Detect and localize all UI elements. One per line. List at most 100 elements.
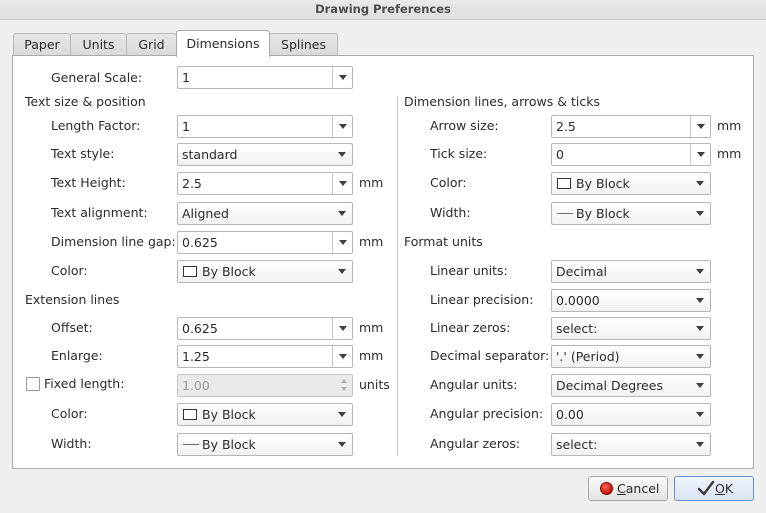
ext-width-label: Width: xyxy=(51,436,92,451)
ext-color-label: Color: xyxy=(51,406,88,421)
line-width-icon xyxy=(183,444,199,445)
dropdown-arrow-icon[interactable] xyxy=(332,173,352,194)
dropdown-arrow-icon[interactable] xyxy=(690,116,710,137)
dim-line-gap-combo[interactable]: 0.625 xyxy=(177,231,353,254)
arrow-size-label: Arrow size: xyxy=(430,118,499,133)
linear-precision-select[interactable]: 0.0000 xyxy=(551,289,711,312)
tab-grid[interactable]: Grid xyxy=(126,33,177,57)
cancel-label-rest: ancel xyxy=(625,481,660,496)
extension-section-heading: Extension lines xyxy=(25,292,120,307)
dropdown-arrow-icon xyxy=(690,375,710,396)
dropdown-arrow-icon[interactable] xyxy=(332,67,352,88)
tab-splines[interactable]: Splines xyxy=(269,33,338,57)
angular-zeros-select[interactable]: select: xyxy=(551,433,711,456)
angular-zeros-value: select: xyxy=(556,437,598,452)
offset-label: Offset: xyxy=(51,320,93,335)
dimlines-section-heading: Dimension lines, arrows & ticks xyxy=(404,94,600,109)
enlarge-value[interactable]: 1.25 xyxy=(182,346,210,367)
enlarge-label: Enlarge: xyxy=(51,348,103,363)
dim-line-gap-value[interactable]: 0.625 xyxy=(182,232,218,253)
tick-size-combo[interactable]: 0 xyxy=(551,143,711,166)
angular-units-label: Angular units: xyxy=(430,377,518,392)
dropdown-arrow-icon xyxy=(690,434,710,455)
dropdown-arrow-icon[interactable] xyxy=(332,232,352,253)
angular-zeros-label: Angular zeros: xyxy=(430,436,521,451)
dropdown-arrow-icon[interactable] xyxy=(332,116,352,137)
linear-zeros-value: select: xyxy=(556,321,598,336)
ext-color-select[interactable]: By Block xyxy=(177,403,353,426)
tab-units[interactable]: Units xyxy=(70,33,127,57)
dropdown-arrow-icon xyxy=(332,144,352,165)
column-separator xyxy=(397,96,398,456)
ok-button[interactable]: OK xyxy=(674,476,754,501)
decimal-separator-select[interactable]: '.' (Period) xyxy=(551,345,711,368)
dim-line-gap-unit: mm xyxy=(359,234,384,249)
angular-precision-select[interactable]: 0.00 xyxy=(551,403,711,426)
text-height-unit: mm xyxy=(359,175,384,190)
text-section-heading: Text size & position xyxy=(25,94,146,109)
text-color-select[interactable]: By Block xyxy=(177,260,353,283)
dropdown-arrow-icon xyxy=(690,346,710,367)
dropdown-arrow-icon[interactable] xyxy=(332,318,352,339)
linear-zeros-label: Linear zeros: xyxy=(430,320,511,335)
dim-color-select[interactable]: By Block xyxy=(551,172,711,195)
fixed-length-unit: units xyxy=(359,377,390,392)
fixed-length-value[interactable]: 1.00 xyxy=(182,375,210,396)
dim-width-select[interactable]: By Block xyxy=(551,202,711,225)
ext-color-value: By Block xyxy=(202,407,256,422)
angular-units-select[interactable]: Decimal Degrees xyxy=(551,374,711,397)
tick-size-value[interactable]: 0 xyxy=(556,144,564,165)
dropdown-arrow-icon xyxy=(332,261,352,282)
dropdown-arrow-icon[interactable] xyxy=(332,346,352,367)
text-style-label: Text style: xyxy=(51,146,115,161)
linear-precision-value: 0.0000 xyxy=(556,293,600,308)
linear-units-select[interactable]: Decimal xyxy=(551,260,711,283)
dropdown-arrow-icon xyxy=(690,203,710,224)
fixed-length-spinbox[interactable]: 1.00 xyxy=(177,374,353,397)
arrow-size-combo[interactable]: 2.5 xyxy=(551,115,711,138)
enlarge-combo[interactable]: 1.25 xyxy=(177,345,353,368)
text-style-value: standard xyxy=(182,147,238,162)
dim-color-value: By Block xyxy=(576,176,630,191)
dropdown-arrow-icon xyxy=(690,318,710,339)
window-title: Drawing Preferences xyxy=(0,0,766,20)
color-swatch-icon xyxy=(183,409,197,420)
offset-combo[interactable]: 0.625 xyxy=(177,317,353,340)
general-scale-combo[interactable]: 1 xyxy=(177,66,353,89)
format-section-heading: Format units xyxy=(404,234,483,249)
checkmark-icon xyxy=(697,480,715,496)
cancel-mnemonic: C xyxy=(617,481,626,496)
dimensions-panel: General Scale: 1 Text size & position Le… xyxy=(12,55,754,469)
tab-paper[interactable]: Paper xyxy=(13,33,71,57)
cancel-button[interactable]: Cancel xyxy=(588,476,668,501)
fixed-length-checkbox[interactable] xyxy=(26,377,40,391)
text-height-value[interactable]: 2.5 xyxy=(182,173,202,194)
ext-width-value: By Block xyxy=(202,437,256,452)
linear-zeros-select[interactable]: select: xyxy=(551,317,711,340)
text-color-label: Color: xyxy=(51,263,88,278)
decimal-separator-value: '.' (Period) xyxy=(556,349,620,364)
length-factor-value[interactable]: 1 xyxy=(182,116,190,137)
text-color-value: By Block xyxy=(202,264,256,279)
dropdown-arrow-icon xyxy=(690,261,710,282)
linear-units-label: Linear units: xyxy=(430,263,508,278)
text-alignment-select[interactable]: Aligned xyxy=(177,202,353,225)
linear-units-value: Decimal xyxy=(556,264,607,279)
arrow-size-value[interactable]: 2.5 xyxy=(556,116,576,137)
text-height-combo[interactable]: 2.5 xyxy=(177,172,353,195)
dropdown-arrow-icon[interactable] xyxy=(690,144,710,165)
angular-precision-label: Angular precision: xyxy=(430,406,544,421)
spin-arrows-icon[interactable] xyxy=(338,375,352,396)
ok-mnemonic: O xyxy=(715,481,725,496)
ext-width-select[interactable]: By Block xyxy=(177,433,353,456)
general-scale-value[interactable]: 1 xyxy=(182,67,190,88)
decimal-separator-label: Decimal separator: xyxy=(430,348,550,363)
text-style-select[interactable]: standard xyxy=(177,143,353,166)
dim-width-label: Width: xyxy=(430,205,471,220)
fixed-length-label[interactable]: Fixed length: xyxy=(44,376,124,391)
offset-value[interactable]: 0.625 xyxy=(182,318,218,339)
length-factor-combo[interactable]: 1 xyxy=(177,115,353,138)
tab-dimensions[interactable]: Dimensions xyxy=(176,30,270,57)
text-height-label: Text Height: xyxy=(51,175,126,190)
dropdown-arrow-icon xyxy=(690,173,710,194)
